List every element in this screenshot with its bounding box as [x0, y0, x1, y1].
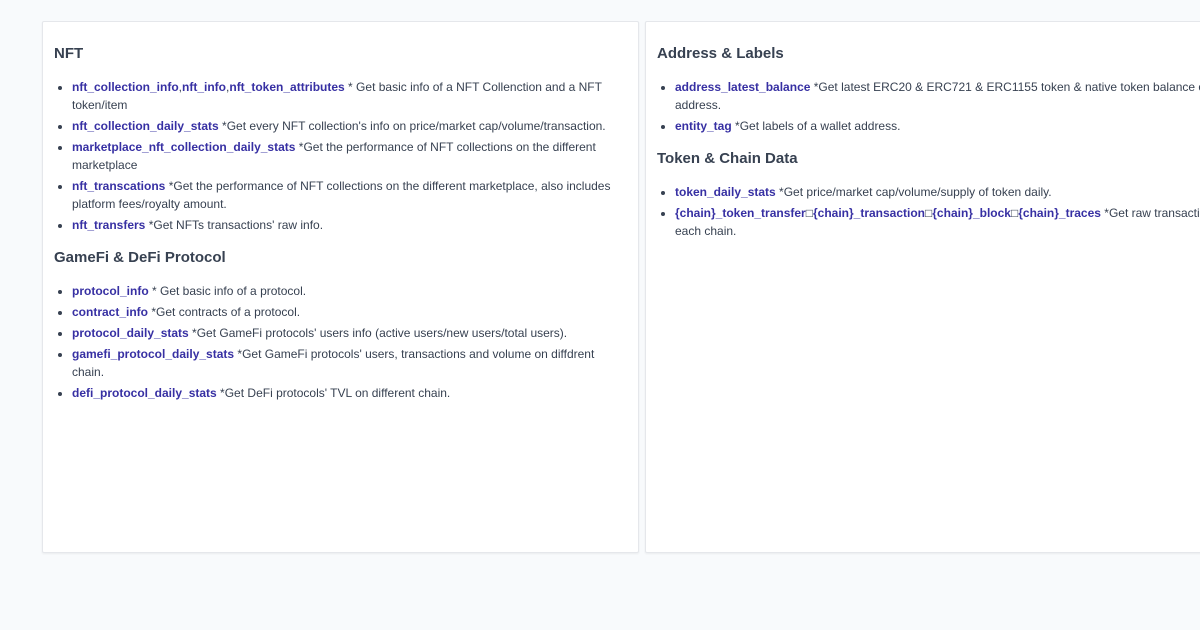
list-item: entity_tag *Get labels of a wallet addre…: [675, 117, 1200, 135]
link-contract-info[interactable]: contract_info: [72, 305, 148, 319]
link-chain-transaction[interactable]: {chain}_transaction: [813, 206, 925, 220]
card-right: Address & Labels address_latest_balance …: [645, 21, 1200, 553]
section-title-gamefi-defi: GameFi & DeFi Protocol: [54, 249, 226, 266]
list-item: gamefi_protocol_daily_stats *Get GameFi …: [72, 345, 627, 381]
link-entity-tag[interactable]: entity_tag: [675, 119, 732, 133]
item-description: *Get labels of a wallet address.: [731, 119, 901, 133]
list-item: protocol_info * Get basic info of a prot…: [72, 282, 627, 300]
link-chain-traces[interactable]: {chain}_traces: [1018, 206, 1101, 220]
list-item: token_daily_stats *Get price/market cap/…: [675, 183, 1200, 201]
link-nft-transcations[interactable]: nft_transcations: [72, 179, 165, 193]
link-nft-collection-daily-stats[interactable]: nft_collection_daily_stats: [72, 119, 219, 133]
item-description: * Get basic info of a protocol.: [148, 284, 307, 298]
list-item: marketplace_nft_collection_daily_stats *…: [72, 138, 627, 174]
section-title-address-labels: Address & Labels: [657, 45, 784, 62]
list-item: nft_transcations *Get the performance of…: [72, 177, 627, 213]
list-item: contract_info *Get contracts of a protoc…: [72, 303, 627, 321]
list-item: {chain}_token_transfer□{chain}_transacti…: [675, 204, 1200, 240]
link-nft-collection-info[interactable]: nft_collection_info: [72, 80, 179, 94]
link-chain-block[interactable]: {chain}_block: [932, 206, 1011, 220]
link-gamefi-protocol-daily-stats[interactable]: gamefi_protocol_daily_stats: [72, 347, 234, 361]
token-chain-list: token_daily_stats *Get price/market cap/…: [657, 183, 1200, 240]
card-right-content: Address & Labels address_latest_balance …: [657, 44, 1200, 240]
list-item: defi_protocol_daily_stats *Get DeFi prot…: [72, 384, 627, 402]
item-description: *Get contracts of a protocol.: [148, 305, 301, 319]
nft-list: nft_collection_info,nft_info,nft_token_a…: [54, 78, 627, 234]
item-description: *Get DeFi protocols' TVL on different ch…: [216, 386, 451, 400]
section-title-token-chain-data: Token & Chain Data: [657, 150, 798, 167]
item-description: *Get NFTs transactions' raw info.: [145, 218, 324, 232]
item-description: *Get GameFi protocols' users info (activ…: [188, 326, 568, 340]
gamefi-defi-list: protocol_info * Get basic info of a prot…: [54, 282, 627, 402]
list-item: nft_collection_daily_stats *Get every NF…: [72, 117, 627, 135]
link-defi-protocol-daily-stats[interactable]: defi_protocol_daily_stats: [72, 386, 217, 400]
link-marketplace-nft-collection-daily-stats[interactable]: marketplace_nft_collection_daily_stats: [72, 140, 295, 154]
link-nft-info[interactable]: nft_info: [182, 80, 226, 94]
section-title-nft: NFT: [54, 45, 84, 62]
list-item: address_latest_balance *Get latest ERC20…: [675, 78, 1200, 114]
item-description: *Get every NFT collection's info on pric…: [218, 119, 606, 133]
link-address-latest-balance[interactable]: address_latest_balance: [675, 80, 810, 94]
list-item: nft_collection_info,nft_info,nft_token_a…: [72, 78, 627, 114]
link-nft-transfers[interactable]: nft_transfers: [72, 218, 145, 232]
list-item: protocol_daily_stats *Get GameFi protoco…: [72, 324, 627, 342]
address-labels-list: address_latest_balance *Get latest ERC20…: [657, 78, 1200, 135]
link-protocol-daily-stats[interactable]: protocol_daily_stats: [72, 326, 189, 340]
link-token-daily-stats[interactable]: token_daily_stats: [675, 185, 776, 199]
link-chain-token-transfer[interactable]: {chain}_token_transfer: [675, 206, 806, 220]
list-item: nft_transfers *Get NFTs transactions' ra…: [72, 216, 627, 234]
card-left: NFT nft_collection_info,nft_info,nft_tok…: [42, 21, 639, 553]
page: NFT nft_collection_info,nft_info,nft_tok…: [0, 0, 1200, 630]
link-nft-token-attributes[interactable]: nft_token_attributes: [229, 80, 344, 94]
link-protocol-info[interactable]: protocol_info: [72, 284, 149, 298]
item-description: *Get price/market cap/volume/supply of t…: [775, 185, 1052, 199]
separator: □: [805, 206, 813, 220]
